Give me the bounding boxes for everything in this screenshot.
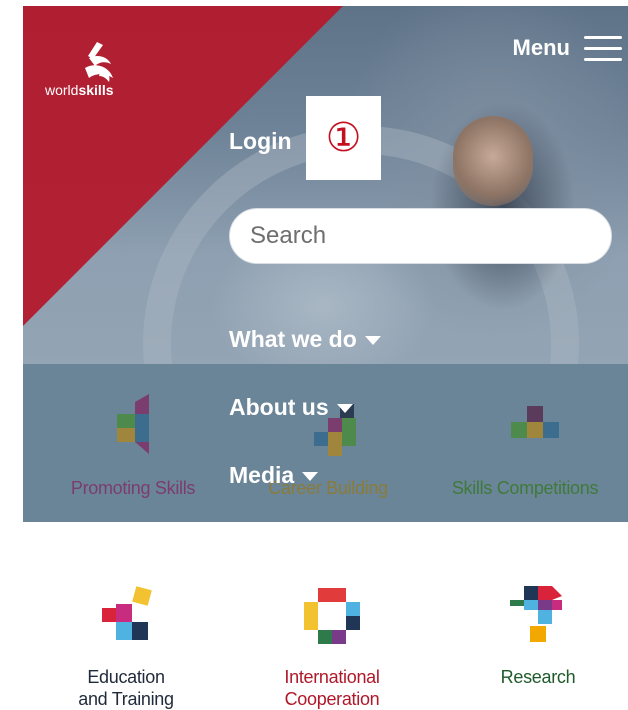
menu-button[interactable]: Menu (513, 34, 622, 62)
search-input[interactable] (229, 208, 612, 264)
caret-down-icon (336, 404, 353, 413)
annotation-marker: ① (306, 96, 381, 180)
tile-label: Research (500, 667, 576, 687)
pillars-band: Promoting Skills Career Building Skills … (23, 364, 628, 522)
login-label: Login (229, 128, 292, 154)
tile-promoting-skills[interactable]: Promoting Skills (33, 394, 233, 498)
menu-label: Menu (512, 35, 570, 60)
tile-label: International Cooperation (284, 667, 380, 709)
international-cooperation-icon (304, 588, 360, 644)
promoting-skills-icon (117, 394, 149, 454)
nav-item-label: Media (229, 462, 295, 488)
hero-section: worldskills Menu Login ① Promoting Skill… (23, 6, 628, 522)
tile-international-cooperation[interactable]: International Cooperation (232, 586, 432, 709)
hamburger-icon (584, 34, 622, 62)
tile-skills-competitions[interactable]: Skills Competitions (425, 394, 625, 498)
tile-label: Skills Competitions (451, 478, 599, 498)
research-icon (510, 586, 562, 642)
nav-item-label: What we do (229, 326, 357, 352)
tile-research[interactable]: Research (438, 586, 628, 687)
tile-label: Education and Training (78, 667, 174, 709)
nav-item-label: About us (229, 394, 329, 420)
login-link[interactable]: Login (229, 128, 292, 155)
logo-text-bold: skills (78, 82, 114, 98)
logo-wordmark: worldskills (45, 82, 114, 98)
logo-text-light: world (45, 82, 79, 98)
caret-down-icon (364, 336, 381, 345)
nav-item-what-we-do[interactable]: What we do (229, 326, 381, 353)
nav-item-media[interactable]: Media (229, 462, 319, 489)
nav-item-about-us[interactable]: About us (229, 394, 353, 421)
tile-label: Promoting Skills (70, 478, 196, 498)
skills-competitions-icon (511, 406, 559, 438)
caret-down-icon (302, 472, 319, 481)
tile-education-training[interactable]: Education and Training (26, 586, 226, 709)
education-training-icon (102, 586, 152, 640)
